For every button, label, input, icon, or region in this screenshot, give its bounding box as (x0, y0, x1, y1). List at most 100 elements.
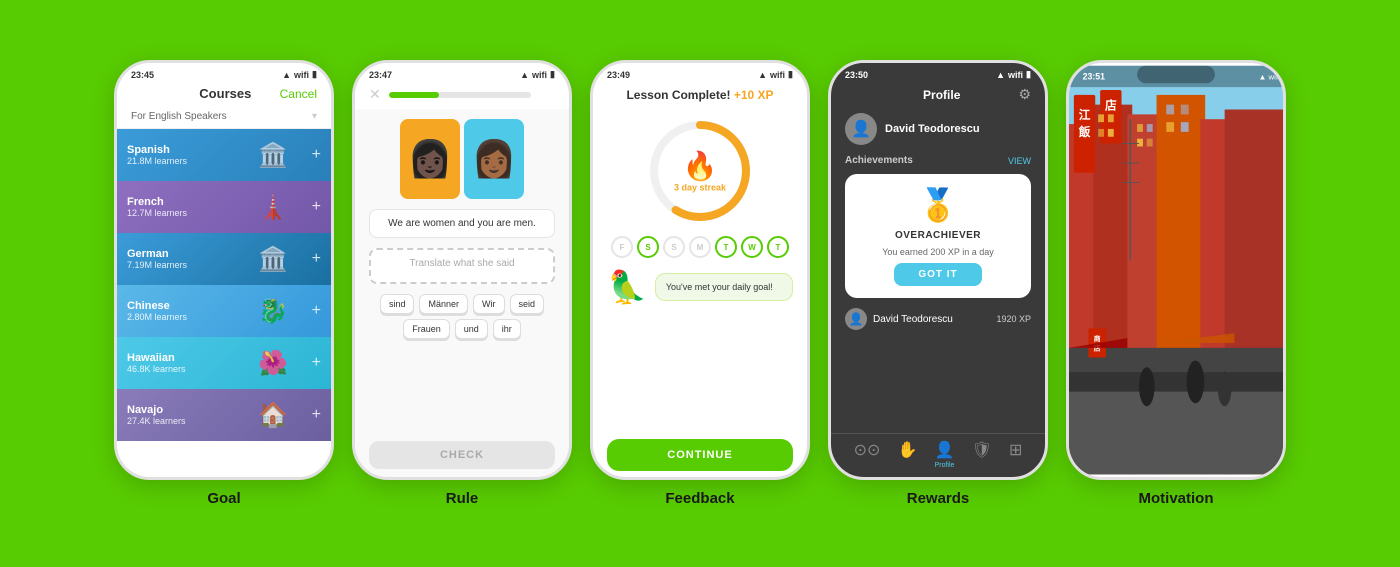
wifi-icon-rw: wifi (1008, 70, 1023, 80)
german-name: German (127, 248, 312, 260)
word-chip-manner[interactable]: Männer (419, 294, 468, 314)
nav-practice[interactable]: ✋ (898, 440, 918, 469)
nav-home[interactable]: ⊙⊙ (854, 440, 881, 469)
word-chip-ihr[interactable]: ihr (493, 319, 521, 339)
courses-list: 🏛️ Spanish 21.8M learners + 🗼 French 12.… (117, 129, 331, 477)
leaderboard-row: 👤 David Teodorescu 1920 XP (831, 304, 1045, 334)
hawaiian-add[interactable]: + (312, 354, 321, 372)
phone-feedback: 23:49 ▲ wifi ▮ Lesson Complete! +10 XP (590, 60, 810, 480)
french-add[interactable]: + (312, 198, 321, 216)
navajo-add[interactable]: + (312, 406, 321, 424)
achievements-row: Achievements VIEW (831, 153, 1045, 168)
gear-icon[interactable]: ⚙ (1018, 86, 1031, 103)
characters: 👩🏿 👩🏾 (400, 119, 524, 199)
course-french[interactable]: 🗼 French 12.7M learners + (117, 181, 331, 233)
battery-icon-f: ▮ (788, 69, 793, 80)
city-photo: 江 飯 店 (1069, 63, 1283, 477)
status-bar-goal: 23:45 ▲ wifi ▮ (117, 63, 331, 82)
french-name: French (127, 196, 312, 208)
word-chip-frauen[interactable]: Frauen (403, 319, 450, 339)
rule-content: 👩🏿 👩🏾 We are women and you are men. Tran… (355, 109, 569, 433)
svg-text:23:51: 23:51 (1083, 71, 1106, 81)
check-button[interactable]: CHECK (369, 441, 555, 469)
flame-icon: 🔥 (674, 150, 726, 183)
battery-icon-r: ▮ (550, 69, 555, 80)
phone-feedback-container: 23:49 ▲ wifi ▮ Lesson Complete! +10 XP (590, 60, 810, 507)
grid-icon: ⊞ (1009, 440, 1022, 460)
word-chip-und[interactable]: und (455, 319, 488, 339)
course-hawaiian[interactable]: 🌺 Hawaiian 46.8K learners + (117, 337, 331, 389)
leaderboard-name: 👤 David Teodorescu (845, 308, 953, 330)
word-chip-wir[interactable]: Wir (473, 294, 505, 314)
phone-motivation: 江 飯 店 (1066, 60, 1286, 480)
sentence-box: We are women and you are men. (369, 209, 555, 238)
subtitle-text: For English Speakers (131, 111, 227, 122)
rule-progress-fill (389, 92, 439, 98)
nav-grid[interactable]: ⊞ (1009, 440, 1022, 469)
close-icon[interactable]: ✕ (369, 86, 381, 103)
signal-icon-rw: ▲ (996, 70, 1005, 80)
rewards-label: Rewards (907, 490, 970, 507)
nav-shield[interactable]: 🛡 (972, 440, 992, 469)
signal-icon: ▲ (282, 70, 291, 80)
course-navajo[interactable]: 🏠 Navajo 27.4K learners + (117, 389, 331, 441)
chinese-learners: 2.80M learners (127, 312, 312, 322)
nav-profile[interactable]: 👤 Profile (935, 440, 955, 469)
german-text: German 7.19M learners (127, 248, 312, 270)
motivation-label: Motivation (1139, 490, 1214, 507)
cancel-button[interactable]: Cancel (280, 87, 317, 101)
rule-progress-bar (389, 92, 531, 98)
courses-title: Courses (199, 86, 251, 101)
home-icon: ⊙⊙ (854, 440, 881, 460)
svg-text:飯: 飯 (1078, 125, 1091, 139)
svg-text:▲ wifi ▮: ▲ wifi ▮ (1259, 72, 1283, 81)
profile-icon: 👤 (935, 440, 955, 460)
view-link[interactable]: VIEW (1008, 156, 1031, 166)
course-spanish[interactable]: 🏛️ Spanish 21.8M learners + (117, 129, 331, 181)
rewards-nav: ⊙⊙ ✋ 👤 Profile 🛡 ⊞ (831, 433, 1045, 477)
feedback-label: Feedback (665, 490, 734, 507)
dropdown-arrow[interactable]: ▾ (312, 111, 317, 122)
feedback-header: Lesson Complete! +10 XP (593, 82, 807, 106)
shield-icon: 🛡 (972, 440, 992, 460)
german-learners: 7.19M learners (127, 260, 312, 270)
feedback-footer: CONTINUE (593, 433, 807, 477)
phone-goal-container: 23:45 ▲ wifi ▮ Courses Cancel For Englis… (114, 60, 334, 507)
day-t2: T (767, 236, 789, 258)
got-it-button[interactable]: GOT IT (894, 263, 981, 286)
time-rewards: 23:50 (845, 70, 868, 80)
chinese-text: Chinese 2.80M learners (127, 300, 312, 322)
word-chips: sind Männer Wir seid Frauen und ihr (369, 294, 555, 339)
chinese-add[interactable]: + (312, 302, 321, 320)
streak-circle: 🔥 3 day streak (645, 116, 755, 226)
profile-nav-label: Profile (935, 462, 955, 469)
hawaiian-name: Hawaiian (127, 352, 312, 364)
navajo-learners: 27.4K learners (127, 416, 312, 426)
day-s: S (637, 236, 659, 258)
course-chinese[interactable]: 🐉 Chinese 2.80M learners + (117, 285, 331, 337)
status-bar-rewards: 23:50 ▲ wifi ▮ (831, 63, 1045, 82)
rule-footer: CHECK (355, 433, 569, 477)
hawaiian-learners: 46.8K learners (127, 364, 312, 374)
spanish-text: Spanish 21.8M learners (127, 144, 312, 166)
spanish-learners: 21.8M learners (127, 156, 312, 166)
rule-label: Rule (446, 490, 479, 507)
avatar: 👤 (845, 113, 877, 145)
status-bar-feedback: 23:49 ▲ wifi ▮ (593, 63, 807, 82)
word-chip-sind[interactable]: sind (380, 294, 415, 314)
time-goal: 23:45 (131, 70, 154, 80)
wifi-icon-f: wifi (770, 70, 785, 80)
achievement-desc: You earned 200 XP in a day (882, 247, 994, 257)
german-add[interactable]: + (312, 250, 321, 268)
profile-title: Profile (923, 88, 960, 102)
translate-box[interactable]: Translate what she said (369, 248, 555, 284)
french-text: French 12.7M learners (127, 196, 312, 218)
spanish-name: Spanish (127, 144, 312, 156)
spanish-add[interactable]: + (312, 146, 321, 164)
continue-button[interactable]: CONTINUE (607, 439, 793, 471)
course-german[interactable]: 🏛️ German 7.19M learners + (117, 233, 331, 285)
daily-goal-bubble: You've met your daily goal! (655, 273, 793, 301)
word-chip-seid[interactable]: seid (510, 294, 545, 314)
phone-motivation-container: 江 飯 店 (1066, 60, 1286, 507)
rule-header: ✕ (355, 82, 569, 109)
